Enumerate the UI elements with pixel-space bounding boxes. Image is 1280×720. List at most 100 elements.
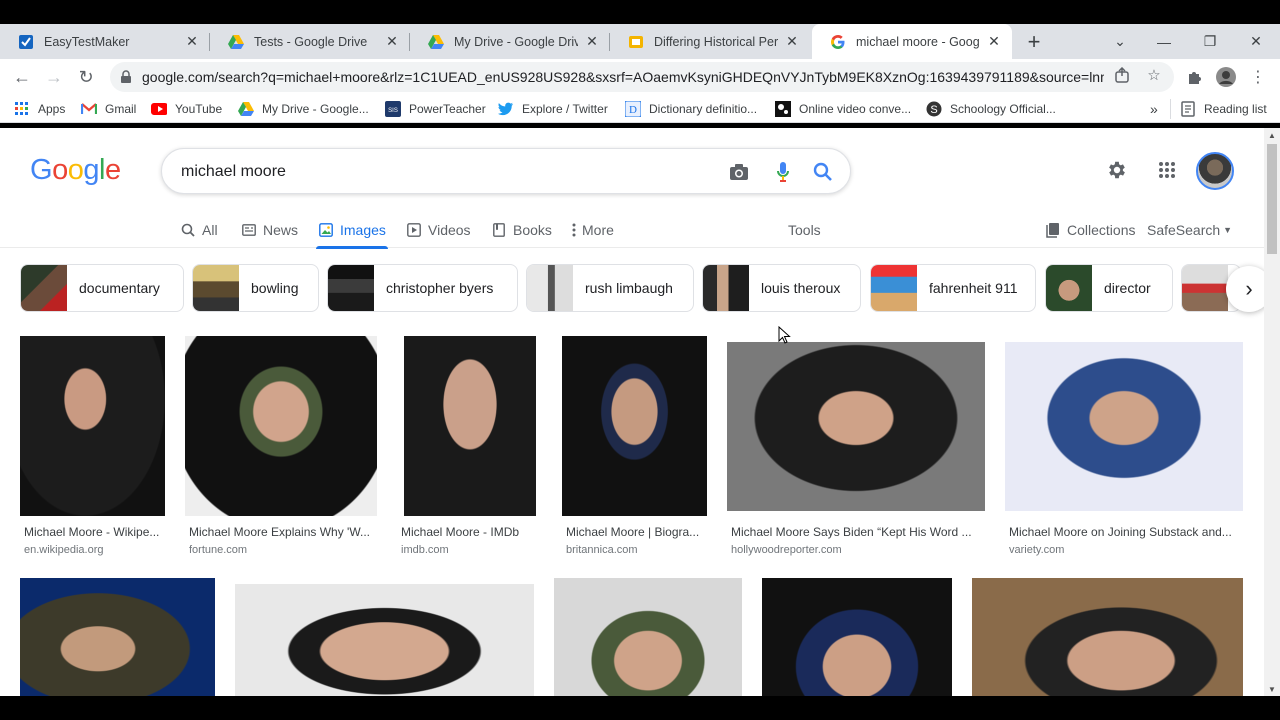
chip-documentary[interactable]: documentary <box>20 264 184 312</box>
tab-videos[interactable]: Videos <box>406 212 471 248</box>
image-result[interactable] <box>235 584 534 696</box>
chip-director[interactable]: director <box>1045 264 1173 312</box>
bookmark-powerteacher[interactable]: SIS PowerTeacher <box>385 99 486 119</box>
chip-rush-limbaugh[interactable]: rush limbaugh <box>526 264 694 312</box>
result-title[interactable]: Michael Moore | Biogra... <box>566 525 708 539</box>
bookmark-schoology[interactable]: S Schoology Official... <box>926 99 1056 119</box>
browser-toolbar: ← → ↻ google.com/search?q=michael+moore&… <box>0 59 1280 95</box>
bookmark-label: YouTube <box>175 102 223 116</box>
search-box[interactable]: michael moore <box>161 148 851 194</box>
camera-icon[interactable] <box>728 161 750 183</box>
result-thumbnail[interactable] <box>404 336 536 516</box>
result-thumbnail[interactable] <box>1005 342 1243 511</box>
bookmark-my-drive[interactable]: My Drive - Google... <box>238 99 369 119</box>
result-title[interactable]: Michael Moore - Wikipe... <box>24 525 166 539</box>
browser-tab-tests-drive[interactable]: Tests - Google Drive ✕ <box>210 24 410 59</box>
bookmark-gmail[interactable]: Gmail <box>81 99 136 119</box>
browser-tab-my-drive[interactable]: My Drive - Google Drive ✕ <box>410 24 610 59</box>
image-result[interactable] <box>762 578 952 696</box>
google-apps-icon[interactable] <box>1155 158 1179 182</box>
microphone-icon[interactable] <box>772 161 794 183</box>
tab-all[interactable]: All <box>180 212 218 248</box>
tools-button[interactable]: Tools <box>788 212 821 248</box>
result-thumbnail[interactable] <box>20 578 215 696</box>
collections-button[interactable]: Collections <box>1045 212 1135 248</box>
close-icon[interactable]: ✕ <box>184 33 200 50</box>
result-thumbnail[interactable] <box>762 578 952 696</box>
result-thumbnail[interactable] <box>235 584 534 696</box>
new-tab-plus-icon[interactable]: + <box>1022 24 1046 59</box>
close-icon[interactable]: ✕ <box>584 33 600 50</box>
window-close-icon[interactable]: ✕ <box>1236 24 1276 59</box>
bookmarks-bar: Apps Gmail YouTube My Drive - Google... … <box>0 95 1280 123</box>
chips-next-arrow-icon[interactable]: › <box>1226 266 1264 312</box>
bookmark-star-icon[interactable]: ☆ <box>1144 65 1164 85</box>
extensions-puzzle-icon[interactable] <box>1182 65 1206 89</box>
reading-list-button[interactable]: Reading list <box>1180 99 1267 119</box>
image-result[interactable]: Michael Moore on Joining Substack and...… <box>1005 336 1244 558</box>
result-title[interactable]: Michael Moore Explains Why 'W... <box>189 525 377 539</box>
close-icon[interactable]: ✕ <box>784 33 800 50</box>
chip-louis-theroux[interactable]: louis theroux <box>702 264 861 312</box>
image-result[interactable] <box>20 578 215 696</box>
minimize-icon[interactable]: — <box>1144 24 1184 59</box>
result-thumbnail[interactable] <box>20 336 165 516</box>
browser-tab-google-images[interactable]: michael moore - Google I ✕ <box>812 24 1012 59</box>
browser-tab-slides[interactable]: Differing Historical Perspe ✕ <box>610 24 810 59</box>
result-title[interactable]: Michael Moore Says Biden “Kept His Word … <box>731 525 985 539</box>
safesearch-dropdown[interactable]: SafeSearch ▼ <box>1147 212 1232 248</box>
image-result[interactable]: Michael Moore | Biogra... britannica.com <box>562 336 708 558</box>
result-thumbnail[interactable] <box>727 342 985 511</box>
result-thumbnail[interactable] <box>185 336 377 516</box>
browser-tab-easytestmaker[interactable]: EasyTestMaker ✕ <box>0 24 210 59</box>
restore-icon[interactable]: ❐ <box>1190 24 1230 59</box>
result-title[interactable]: Michael Moore - IMDb <box>401 525 537 539</box>
page-scrollbar[interactable]: ▲ ▼ <box>1264 128 1280 696</box>
tab-news[interactable]: News <box>241 212 298 248</box>
chip-fahrenheit-911[interactable]: fahrenheit 911 <box>870 264 1036 312</box>
address-bar[interactable]: google.com/search?q=michael+moore&rlz=1C… <box>110 62 1174 92</box>
share-icon[interactable] <box>1112 65 1132 85</box>
tab-search-chevron-icon[interactable]: ⌄ <box>1100 24 1140 59</box>
reload-icon[interactable]: ↻ <box>74 65 98 89</box>
image-result[interactable]: Michael Moore Explains Why 'W... fortune… <box>185 336 377 558</box>
image-result[interactable]: Michael Moore - IMDb imdb.com <box>397 336 537 558</box>
result-thumbnail[interactable] <box>554 578 742 696</box>
chrome-menu-icon[interactable]: ⋮ <box>1246 65 1270 89</box>
bookmark-video-converter[interactable]: Online video conve... <box>775 99 911 119</box>
image-result[interactable] <box>972 578 1244 696</box>
tab-title: michael moore - Google I <box>856 34 980 49</box>
tab-books[interactable]: Books <box>491 212 552 248</box>
result-title[interactable]: Michael Moore on Joining Substack and... <box>1009 525 1244 539</box>
bookmark-apps[interactable]: Apps <box>14 99 65 119</box>
result-thumbnail[interactable] <box>562 336 707 516</box>
bookmark-twitter[interactable]: Explore / Twitter <box>498 99 608 119</box>
chip-christopher-byers[interactable]: christopher byers <box>327 264 518 312</box>
tab-label: More <box>582 222 614 238</box>
close-icon[interactable]: ✕ <box>384 33 400 50</box>
result-thumbnail[interactable] <box>972 578 1243 696</box>
bookmarks-overflow-chevron[interactable]: » <box>1150 99 1158 119</box>
image-result[interactable]: Michael Moore - Wikipe... en.wikipedia.o… <box>20 336 166 558</box>
settings-gear-icon[interactable] <box>1105 158 1129 182</box>
chip-bowling[interactable]: bowling <box>192 264 319 312</box>
scroll-down-arrow-icon[interactable]: ▼ <box>1264 682 1280 696</box>
back-arrow-icon[interactable]: ← <box>10 65 34 89</box>
search-icon[interactable] <box>812 161 834 183</box>
bookmark-youtube[interactable]: YouTube <box>151 99 222 119</box>
forward-arrow-icon[interactable]: → <box>42 65 66 89</box>
account-avatar[interactable] <box>1196 152 1234 190</box>
scrollbar-thumb[interactable] <box>1267 144 1277 254</box>
profile-avatar-icon[interactable] <box>1214 65 1238 89</box>
bookmark-dictionary[interactable]: D Dictionary definitio... <box>625 99 757 119</box>
tab-more[interactable]: More <box>570 212 614 248</box>
search-input[interactable]: michael moore <box>181 163 286 181</box>
tab-images[interactable]: Images <box>316 212 388 249</box>
active-tab-underline <box>316 246 388 249</box>
scroll-up-arrow-icon[interactable]: ▲ <box>1264 128 1280 142</box>
close-icon[interactable]: ✕ <box>986 33 1002 50</box>
image-result[interactable]: Michael Moore Says Biden “Kept His Word … <box>727 336 986 558</box>
image-result[interactable] <box>554 578 742 696</box>
google-logo[interactable]: Google <box>30 154 121 187</box>
collections-label: Collections <box>1067 222 1136 238</box>
